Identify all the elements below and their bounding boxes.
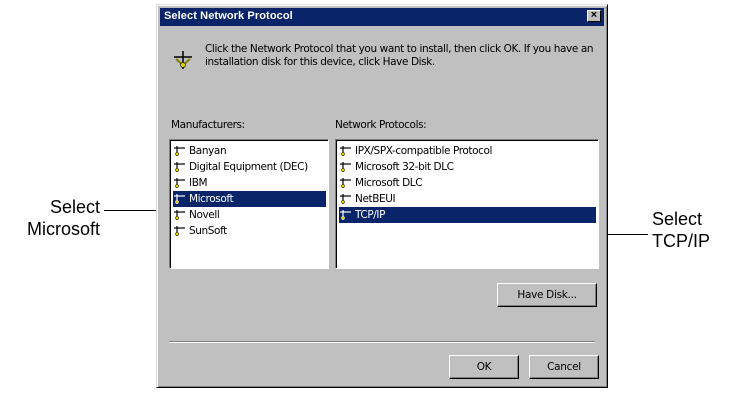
network-protocols-label: Network Protocols:: [335, 119, 427, 131]
list-item-dec[interactable]: Digital Equipment (DEC): [173, 159, 326, 175]
list-item-label: NetBEUI: [355, 193, 396, 205]
list-item-microsoft[interactable]: Microsoft: [173, 191, 326, 207]
list-item-novell[interactable]: Novell: [173, 207, 326, 223]
close-button[interactable]: ×: [587, 10, 601, 22]
list-item-label: TCP/IP: [355, 209, 386, 221]
list-item-netbeui[interactable]: NetBEUI: [339, 191, 596, 207]
callout-right-line2: TCP/IP: [652, 231, 711, 251]
have-disk-button[interactable]: Have Disk...: [497, 283, 597, 307]
list-item-ipx-spx[interactable]: IPX/SPX-compatible Protocol: [339, 143, 596, 159]
network-component-icon: [340, 194, 351, 204]
network-component-icon: [340, 162, 351, 172]
list-item-label: Microsoft 32-bit DLC: [355, 161, 454, 173]
cancel-label: Cancel: [547, 361, 581, 373]
list-item-label: Banyan: [189, 145, 227, 157]
list-item-label: Novell: [189, 209, 220, 221]
list-item-label: IBM: [189, 177, 208, 189]
network-info-icon: [174, 51, 192, 69]
callout-select-microsoft-2: Microsoft: [0, 218, 100, 240]
list-item-ms-dlc[interactable]: Microsoft DLC: [339, 175, 596, 191]
list-item-sunsoft[interactable]: SunSoft: [173, 223, 326, 239]
callout-select-tcpip: Select TCP/IP: [652, 208, 710, 252]
callout-left-line1: Select: [49, 197, 100, 217]
network-component-icon: [174, 210, 185, 220]
list-item-ms-32bit-dlc[interactable]: Microsoft 32-bit DLC: [339, 159, 596, 175]
network-component-icon: [340, 210, 351, 220]
title-bar[interactable]: Select Network Protocol ×: [160, 8, 604, 26]
instruction-text: Click the Network Protocol that you want…: [205, 43, 594, 68]
button-separator: [169, 341, 595, 343]
network-protocols-list[interactable]: IPX/SPX-compatible Protocol Microsoft 32…: [335, 139, 599, 269]
manufacturers-label: Manufacturers:: [171, 119, 245, 131]
list-item-label: SunSoft: [189, 225, 227, 237]
network-component-icon: [340, 178, 351, 188]
list-item-label: Digital Equipment (DEC): [189, 161, 308, 173]
list-item-label: IPX/SPX-compatible Protocol: [355, 145, 493, 157]
list-item-ibm[interactable]: IBM: [173, 175, 326, 191]
list-item-label: Microsoft: [189, 193, 234, 205]
callout-select-microsoft: Select: [36, 196, 100, 218]
callout-right-line1: Select: [652, 209, 703, 229]
list-item-tcpip[interactable]: TCP/IP: [339, 207, 596, 223]
ok-label: OK: [476, 361, 492, 373]
network-component-icon: [340, 146, 351, 156]
close-icon: ×: [590, 9, 598, 21]
select-network-protocol-dialog: Select Network Protocol × Click the Netw…: [156, 4, 608, 388]
list-item-label: Microsoft DLC: [355, 177, 423, 189]
ok-button[interactable]: OK: [449, 355, 519, 379]
dialog-title: Select Network Protocol: [164, 10, 293, 22]
network-component-icon: [174, 226, 185, 236]
network-component-icon: [174, 162, 185, 172]
network-component-icon: [174, 146, 185, 156]
manufacturers-list[interactable]: Banyan Digital Equipment (DEC) IBM Micro…: [169, 139, 329, 269]
cancel-button[interactable]: Cancel: [529, 355, 599, 379]
network-component-icon: [174, 178, 185, 188]
have-disk-label: Have Disk...: [517, 289, 577, 301]
callout-left-line2: Microsoft: [26, 219, 100, 239]
network-component-icon: [174, 194, 185, 204]
list-item-banyan[interactable]: Banyan: [173, 143, 326, 159]
